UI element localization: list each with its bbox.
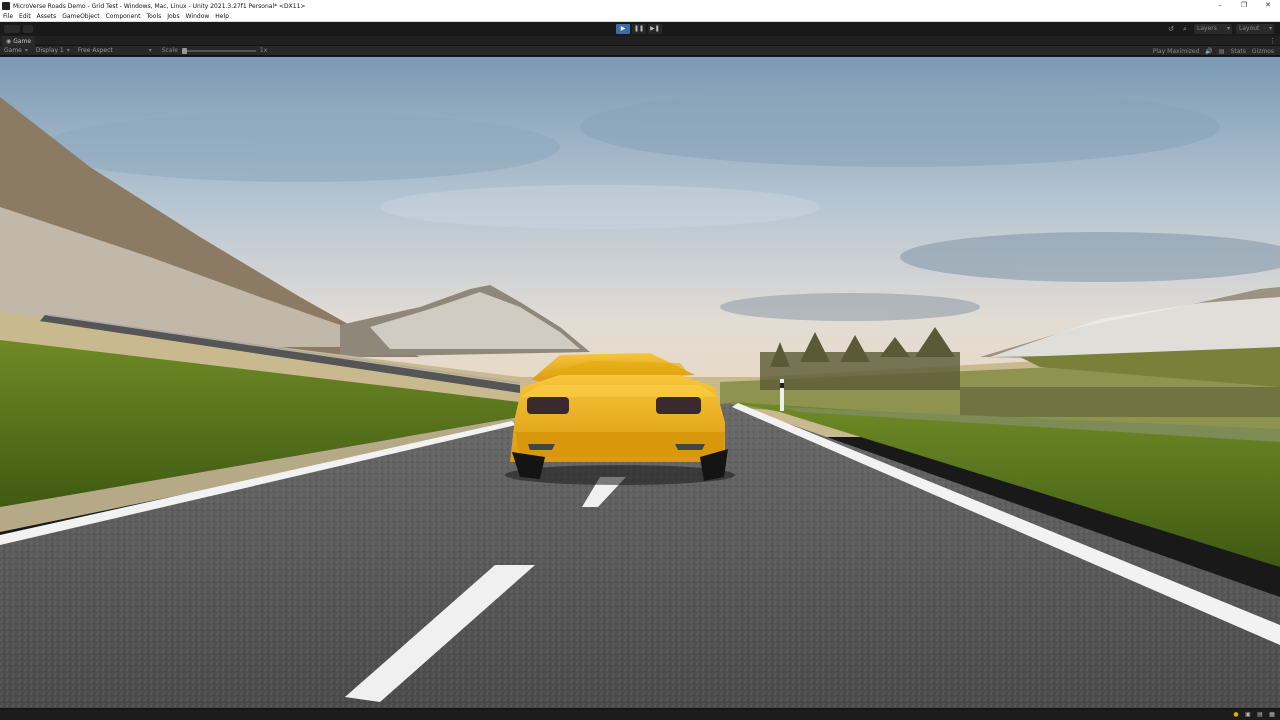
cache-server-icon[interactable]: ▤ [1256,711,1264,719]
unity-logo-icon [2,2,10,10]
stats-icon[interactable]: ▤ [1219,48,1225,55]
debug-mode-icon[interactable]: ▦ [1268,711,1276,719]
game-viewport[interactable] [0,57,1280,708]
play-mode-dropdown[interactable]: Play Maximized [1153,48,1200,55]
window-title: MicroVerse Roads Demo - Grid Test - Wind… [13,2,306,10]
close-button[interactable]: ✕ [1256,0,1280,12]
toolbar-right: ↺ ⌕ Layers Layout [1166,24,1274,34]
road-post-band [780,383,784,388]
view-dropdown[interactable]: Game ▾ [0,47,32,54]
play-button[interactable]: ▶ [616,24,630,34]
aspect-dropdown[interactable]: Free Aspect ▾ [74,47,154,54]
scale-value: 1x [259,47,268,54]
tab-game[interactable]: ◉ Game [2,36,36,46]
window-controls: – ❐ ✕ [1208,0,1280,12]
scale-slider[interactable] [181,47,256,54]
cloud-icon[interactable] [23,25,33,33]
menu-component[interactable]: Component [103,13,144,20]
status-bar: ● ▣ ▤ ▦ [0,708,1280,720]
game-view-right: Play Maximized 🔊 ▤ Stats Gizmos [1153,46,1274,56]
game-scene [0,57,1280,708]
scale-label: Scale [161,47,178,54]
account-tools [4,25,33,33]
restore-button[interactable]: ❐ [1232,0,1256,12]
stats-button[interactable]: Stats [1231,48,1246,55]
tab-game-label: Game [13,37,32,45]
chevron-down-icon: ▾ [24,47,28,54]
chevron-down-icon: ▾ [148,47,152,54]
title-bar: MicroVerse Roads Demo - Grid Test - Wind… [0,0,1280,12]
aspect-dropdown-label: Free Aspect [77,47,113,54]
game-view-toolbar: Game ▾ Display 1 ▾ Free Aspect ▾ Scale 1x P… [0,46,1280,56]
progress-indicator-icon[interactable]: ● [1232,711,1240,719]
menu-file[interactable]: File [0,13,16,20]
menu-edit[interactable]: Edit [16,13,34,20]
play-controls: ▶ ❚❚ ▶❚ [616,24,662,34]
search-icon[interactable]: ⌕ [1180,24,1190,34]
main-toolbar: ▶ ❚❚ ▶❚ ↺ ⌕ Layers Layout [0,22,1280,36]
display-dropdown[interactable]: Display 1 ▾ [32,47,74,54]
step-button[interactable]: ▶❚ [648,24,662,34]
layers-dropdown[interactable]: Layers [1194,24,1232,34]
menu-bar: File Edit Assets GameObject Component To… [0,12,1280,22]
chevron-down-icon: ▾ [66,47,70,54]
tab-options-icon[interactable]: ⋮ [1269,36,1276,46]
tab-bar: ◉ Game ⋮ [0,36,1280,46]
game-controller-icon: ◉ [6,37,12,45]
collab-icon[interactable]: ▣ [1244,711,1252,719]
account-dropdown[interactable] [4,25,20,33]
view-dropdown-label: Game [4,47,22,54]
status-icons: ● ▣ ▤ ▦ [1232,711,1276,719]
minimize-button[interactable]: – [1208,0,1232,12]
menu-assets[interactable]: Assets [34,13,60,20]
pause-button[interactable]: ❚❚ [632,24,646,34]
menu-window[interactable]: Window [183,13,213,20]
menu-help[interactable]: Help [212,13,232,20]
scale-slider-thumb[interactable] [181,47,187,54]
menu-tools[interactable]: Tools [143,13,164,20]
display-dropdown-label: Display 1 [35,47,64,54]
menu-gameobject[interactable]: GameObject [59,13,102,20]
undo-history-icon[interactable]: ↺ [1166,24,1176,34]
gizmos-button[interactable]: Gizmos [1252,48,1274,55]
menu-jobs[interactable]: Jobs [164,13,182,20]
mute-audio-icon[interactable]: 🔊 [1205,48,1212,55]
layout-dropdown[interactable]: Layout [1236,24,1274,34]
